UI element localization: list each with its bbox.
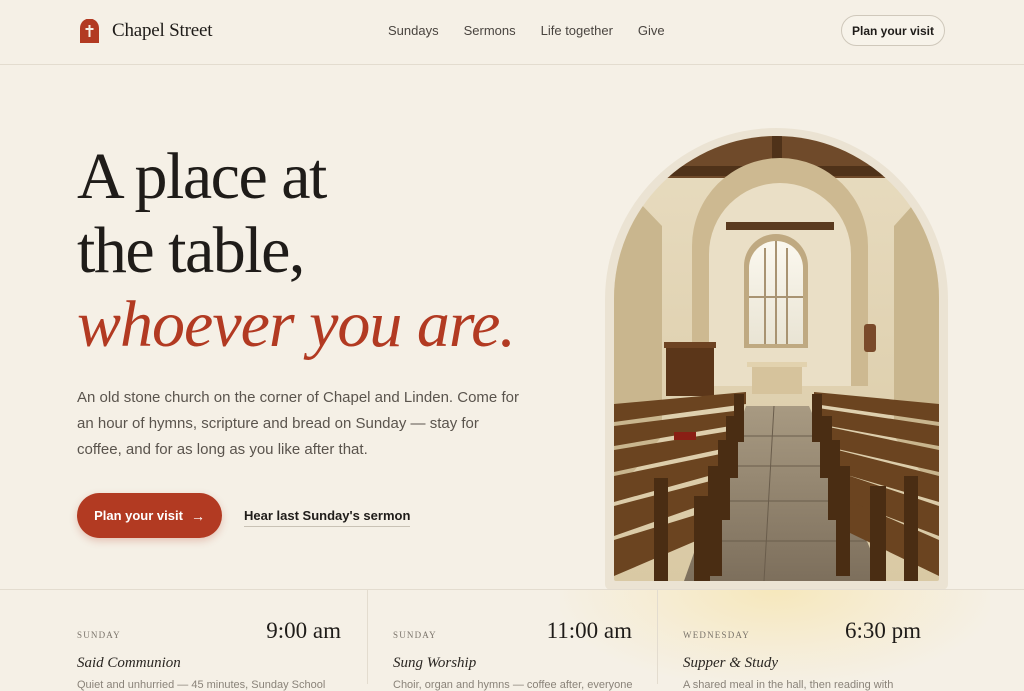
last-sermon-link[interactable]: Hear last Sunday's sermon (244, 508, 411, 527)
nav-item-give[interactable]: Give (638, 23, 665, 38)
site-header: Chapel Street Sundays Sermons Life toget… (0, 0, 1024, 65)
headline-accent: whoever you are. (77, 288, 516, 361)
brand-name: Chapel Street (112, 20, 213, 41)
service-time: 6:30 pm (844, 618, 921, 643)
nav-item-sermons[interactable]: Sermons (464, 23, 516, 38)
service-times: SUNDAY 9:00 am Said Communion Quiet and … (0, 589, 1024, 691)
nav-item-life-together[interactable]: Life together (541, 23, 613, 38)
church-door-cross-icon (80, 19, 99, 43)
service-day: SUNDAY (77, 630, 121, 640)
service-name: Supper & Study (683, 655, 778, 671)
hero-headline: A place at the table, whoever you are. (77, 140, 516, 362)
service-name: Said Communion (77, 655, 181, 671)
service-time: 9:00 am (266, 618, 341, 643)
service-description: Quiet and unhurried — 45 minutes, Sunday… (77, 679, 326, 691)
service-card[interactable]: SUNDAY 9:00 am Said Communion Quiet and … (0, 590, 367, 691)
service-card[interactable]: SUNDAY 11:00 am Sung Worship Choir, orga… (367, 590, 657, 691)
main-nav: Sundays Sermons Life together Give (388, 23, 690, 38)
service-name: Sung Worship (393, 655, 477, 671)
service-description: Choir, organ and hymns — coffee after, e… (393, 679, 633, 691)
plan-visit-header-button[interactable]: Plan your visit (841, 15, 945, 46)
service-day: SUNDAY (393, 630, 437, 640)
brand[interactable]: Chapel Street (80, 19, 212, 43)
plan-visit-label: Plan your visit (94, 508, 183, 523)
headline-line-2: the table, (77, 214, 305, 287)
church-interior-photo (614, 136, 939, 581)
headline-line-1: A place at (77, 140, 327, 213)
service-description: A shared meal in the hall, then reading … (683, 679, 894, 691)
arrow-right-icon: → (190, 507, 205, 524)
hero-lede: An old stone church on the corner of Cha… (77, 389, 519, 458)
plan-visit-button[interactable]: Plan your visit → (77, 493, 222, 538)
service-day: WEDNESDAY (683, 630, 750, 640)
service-time: 11:00 am (546, 618, 632, 643)
service-card[interactable]: WEDNESDAY 6:30 pm Supper & Study A share… (657, 590, 1024, 691)
nav-item-sundays[interactable]: Sundays (388, 23, 439, 38)
